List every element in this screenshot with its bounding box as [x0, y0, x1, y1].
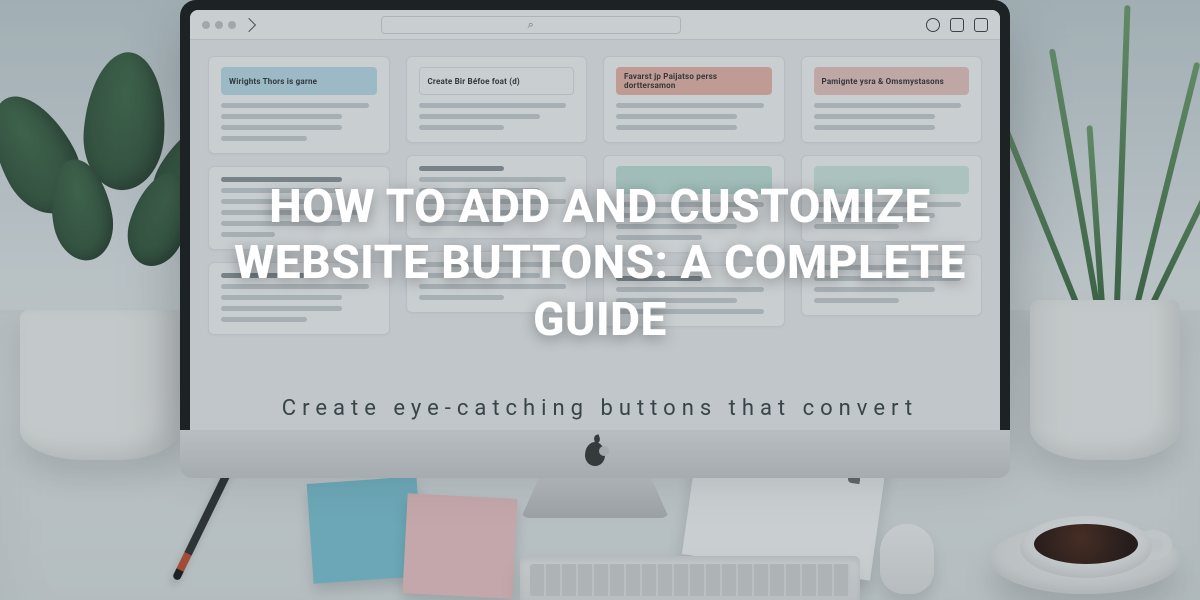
- card: Pamignte ysra & Omsmystasons: [801, 56, 983, 143]
- card: Favarst jp Paijatso perss dorttersamon: [603, 56, 785, 143]
- monitor-bezel: ⌕ Wirights Thors is garne: [180, 0, 1010, 430]
- card: [406, 155, 588, 239]
- coffee-liquid: [1034, 524, 1138, 564]
- search-field: ⌕: [381, 16, 681, 34]
- panel-icon: [950, 18, 964, 32]
- monitor-screen: ⌕ Wirights Thors is garne: [190, 10, 1000, 430]
- card-header: Create Bir Béfoe foat (d): [419, 67, 575, 95]
- board-col-3: Favarst jp Paijatso perss dorttersamon: [603, 56, 785, 335]
- card: [208, 166, 390, 250]
- user-icon: [926, 18, 940, 32]
- card: [603, 265, 785, 327]
- card: [801, 155, 983, 242]
- apple-logo-icon: [585, 442, 605, 466]
- coffee-cup: [1020, 516, 1152, 578]
- card-header: Favarst jp Paijatso perss dorttersamon: [616, 67, 772, 95]
- monitor-stand: [521, 478, 669, 518]
- keyboard: [520, 556, 860, 600]
- card: [406, 251, 588, 313]
- card: Create Bir Béfoe foat (d): [406, 56, 588, 143]
- card-header: Wirights Thors is garne: [221, 67, 377, 95]
- imac-monitor: ⌕ Wirights Thors is garne: [180, 0, 1010, 510]
- search-icon: ⌕: [528, 18, 534, 32]
- card-board: Wirights Thors is garne Create: [190, 40, 1000, 351]
- browser-topbar: ⌕: [190, 10, 1000, 40]
- mouse: [880, 524, 934, 594]
- board-col-1: Wirights Thors is garne: [208, 56, 390, 335]
- card: Wirights Thors is garne: [208, 56, 390, 154]
- card-header: Pamignte ysra & Omsmystasons: [814, 67, 970, 95]
- hero-banner-scene: ⌕ Wirights Thors is garne: [0, 0, 1200, 600]
- nav-back-icon: [242, 17, 256, 31]
- menu-icon: [974, 18, 988, 32]
- window-controls: [202, 21, 236, 29]
- card-header: [814, 166, 970, 194]
- plant-right: [1000, 40, 1200, 460]
- card-header: [616, 166, 772, 194]
- card: [801, 254, 983, 316]
- plant-left: [0, 80, 210, 460]
- board-col-2: Create Bir Béfoe foat (d): [406, 56, 588, 335]
- board-col-4: Pamignte ysra & Omsmystasons: [801, 56, 983, 335]
- card: [208, 262, 390, 335]
- monitor-chin: [180, 430, 1010, 478]
- topbar-action-icons: [926, 18, 988, 32]
- card: [603, 155, 785, 253]
